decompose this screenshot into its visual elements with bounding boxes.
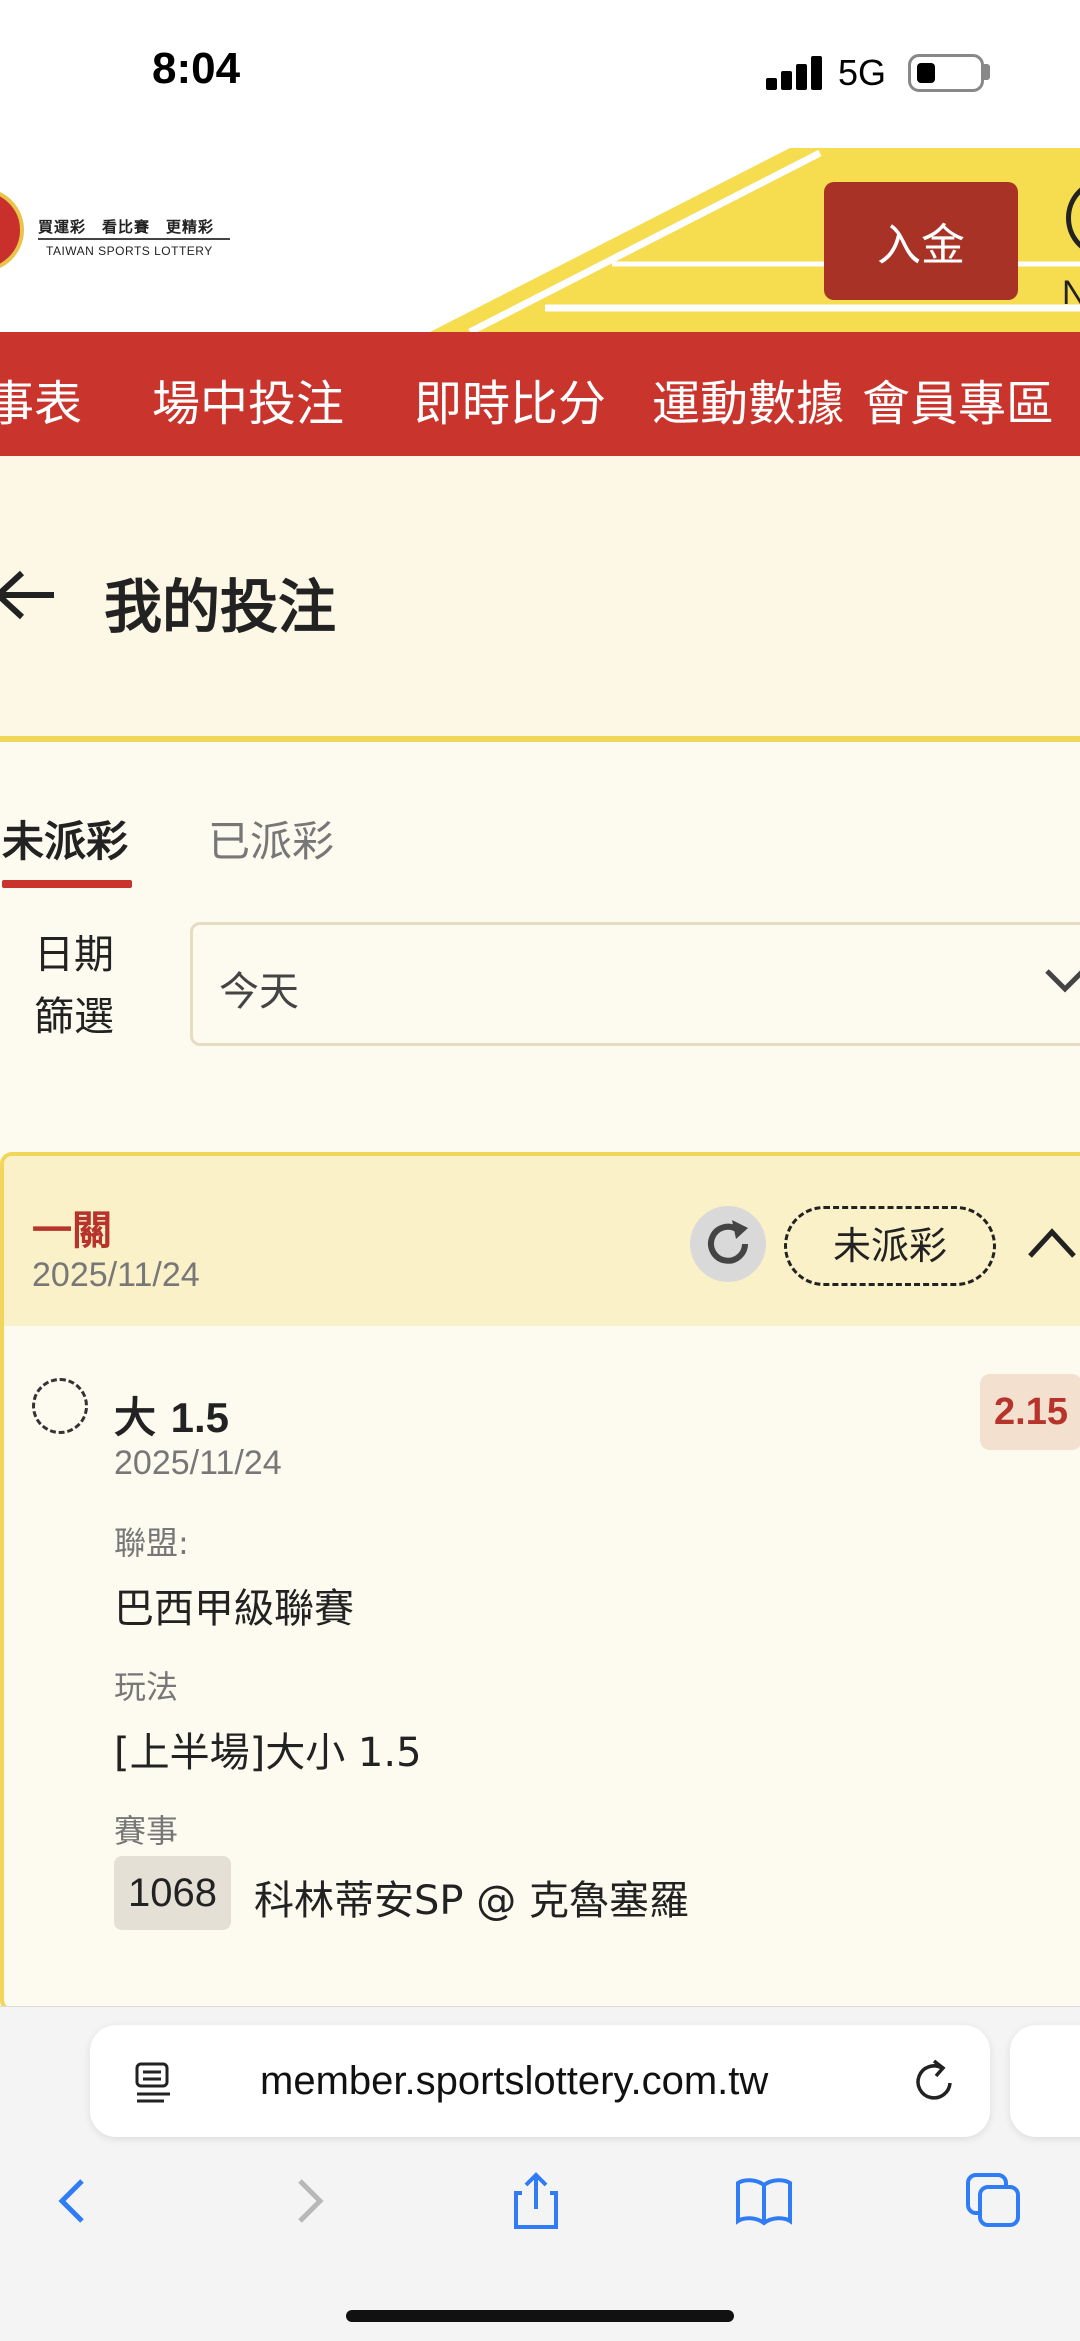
refresh-icon: [708, 1220, 748, 1264]
tab-unsettled[interactable]: 未派彩: [2, 808, 128, 869]
home-indicator: [346, 2310, 734, 2322]
logo-slogan: 買運彩 看比賽 更精彩: [38, 218, 215, 236]
chevron-down-icon: [1045, 969, 1080, 993]
reload-icon[interactable]: [912, 2057, 958, 2105]
refresh-button[interactable]: [690, 1206, 766, 1282]
date-filter-label-line1: 日期: [34, 932, 114, 978]
reader-mode-icon[interactable]: [134, 2061, 174, 2105]
main-nav: 事表 場中投注 即時比分 運動數據 會員專區: [0, 332, 1080, 456]
url-text: member.sportslottery.com.tw: [260, 2059, 769, 2103]
event-id-badge: 1068: [114, 1856, 231, 1930]
selection-date: 2025/11/24: [114, 1444, 282, 1482]
league-value: 巴西甲級聯賽: [114, 1586, 354, 1632]
date-filter-value: 今天: [219, 969, 299, 1015]
league-label: 聯盟:: [114, 1524, 189, 1562]
battery-icon: [908, 54, 984, 92]
market-label: 玩法: [114, 1668, 179, 1706]
chevron-up-icon[interactable]: [1026, 1224, 1078, 1260]
odds-badge: 2.15: [980, 1374, 1080, 1450]
cellular-signal-icon: [766, 56, 824, 90]
selection-value: 1.5: [170, 1394, 230, 1441]
nav-item-live-scores[interactable]: 即時比分: [414, 364, 606, 434]
tab-settled[interactable]: 已派彩: [208, 808, 334, 869]
date-filter-select[interactable]: 今天: [190, 922, 1080, 1046]
event-name: 科林蒂安SP @ 克魯塞羅: [254, 1878, 689, 1924]
market-value: [上半場]大小 1.5: [114, 1730, 422, 1776]
date-filter-label-line2: 篩選: [34, 994, 114, 1040]
address-bar[interactable]: member.sportslottery.com.tw: [90, 2025, 990, 2137]
account-label: N: [1062, 274, 1080, 312]
bet-type: 一關: [32, 1208, 112, 1254]
share-icon[interactable]: [506, 2171, 566, 2231]
back-arrow-icon[interactable]: [0, 570, 58, 620]
event-label: 賽事: [114, 1812, 179, 1850]
browser-toolbar: member.sportslottery.com.tw: [0, 2006, 1080, 2341]
selection: 大 1.5: [114, 1384, 229, 1445]
nav-item-live-betting[interactable]: 場中投注: [152, 364, 344, 434]
logo-english-name: TAIWAN SPORTS LOTTERY: [46, 244, 213, 258]
page-title: 我的投注: [104, 573, 337, 641]
bookmarks-icon[interactable]: [734, 2171, 794, 2231]
forward-icon[interactable]: [278, 2171, 338, 2231]
nav-item-sports-data[interactable]: 運動數據: [652, 364, 844, 434]
bet-card: 一關 2025/11/24 未派彩 大 1.5 2.15 2025/11/24 …: [0, 1152, 1080, 2012]
selection-prefix: 大: [114, 1393, 157, 1442]
bet-card-header[interactable]: 一關 2025/11/24 未派彩: [4, 1156, 1080, 1326]
back-icon[interactable]: [44, 2171, 104, 2231]
active-tab-indicator: [2, 880, 132, 888]
status-time: 8:04: [152, 44, 241, 93]
date-filter-label: 日期 篩選: [34, 924, 144, 1048]
logo-divider: [38, 238, 230, 240]
battery-tip: [984, 64, 990, 80]
page-header: 我的投注: [0, 456, 1080, 742]
deposit-button[interactable]: 入金: [824, 182, 1018, 300]
nav-item-schedule[interactable]: 事表: [0, 364, 82, 434]
bet-status-badge: 未派彩: [784, 1206, 996, 1286]
pending-status-icon: [32, 1378, 88, 1434]
network-type: 5G: [838, 52, 887, 93]
nav-item-member-area[interactable]: 會員專區: [862, 364, 1054, 434]
status-bar: 8:04 5G: [0, 0, 1080, 148]
tabs-icon[interactable]: [964, 2171, 1024, 2231]
next-tab-preview[interactable]: [1010, 2025, 1080, 2137]
bet-date: 2025/11/24: [32, 1256, 200, 1294]
site-header: 買運彩 看比賽 更精彩 TAIWAN SPORTS LOTTERY 入金 N: [0, 148, 1080, 332]
